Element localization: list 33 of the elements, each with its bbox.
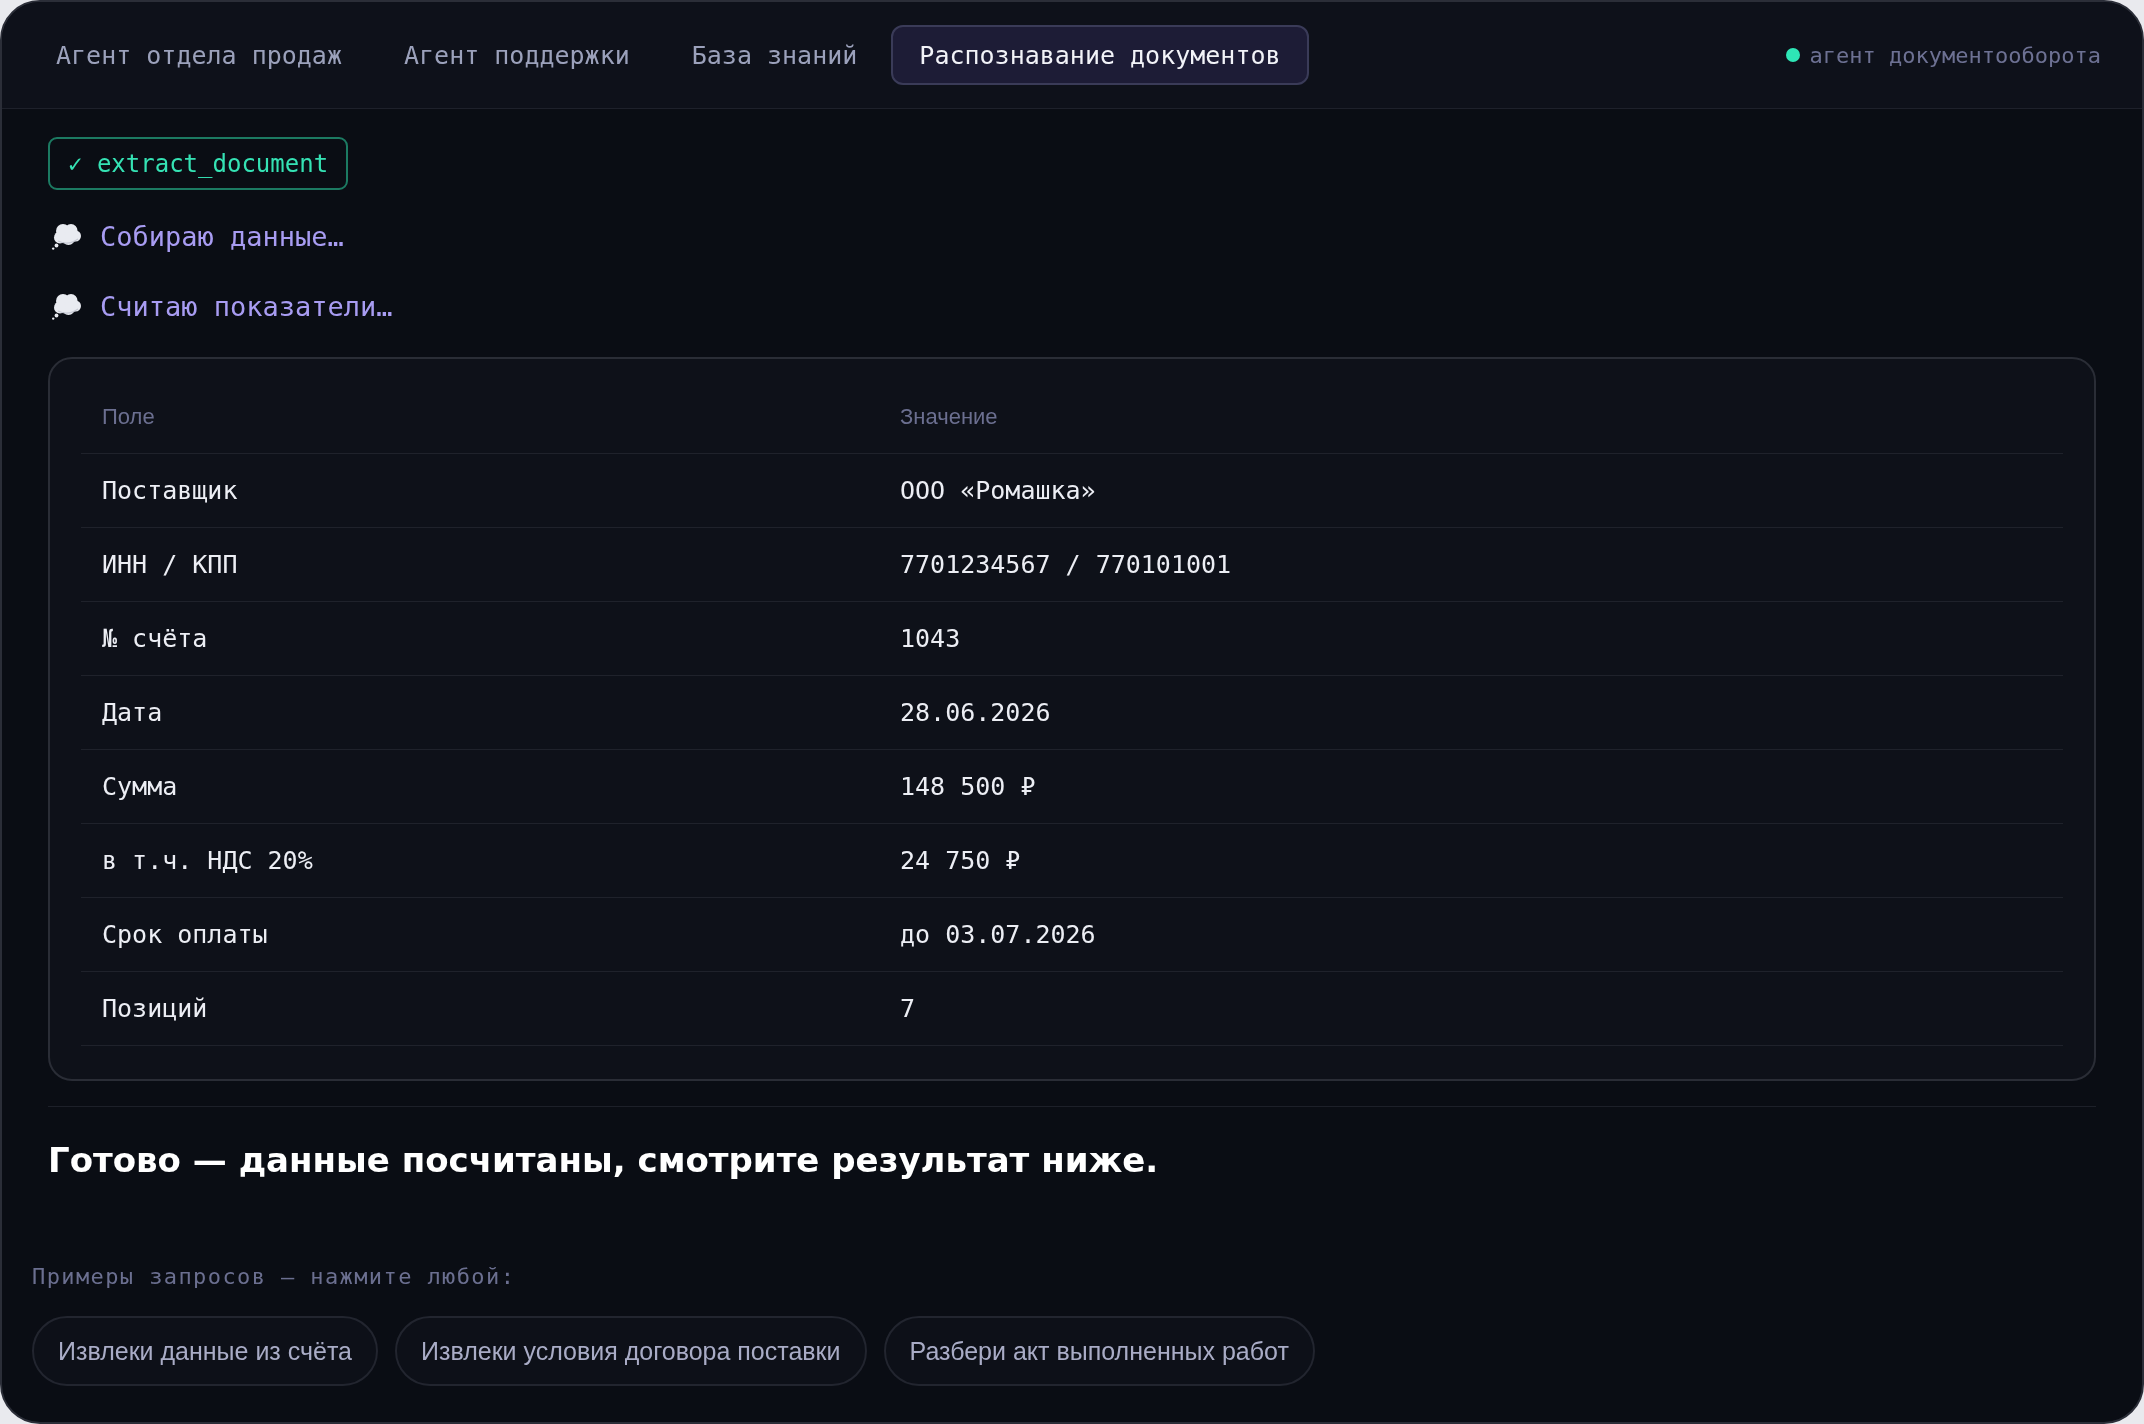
thinking-status-text: Собираю данные… (100, 220, 344, 252)
table-cell: в т.ч. НДС 20% (102, 844, 313, 877)
table-cell: Позиций (102, 992, 208, 1025)
thinking-status-text: Считаю показатели… (100, 290, 393, 322)
table-cell: 28.06.2026 (900, 696, 1051, 729)
table-cell: ИНН / КПП (102, 548, 238, 581)
thought-bubble-icon (51, 222, 81, 250)
example-query-chip[interactable]: Разбери акт выполненных работ (883, 1316, 1315, 1386)
example-query-chip[interactable]: Извлеки условия договора поставки (395, 1316, 867, 1386)
tab[interactable]: Распознавание документов (891, 25, 1309, 85)
tab[interactable]: Агент отдела продаж (28, 25, 370, 85)
table-cell: № счёта (102, 622, 208, 655)
column-header: Поле (102, 403, 155, 431)
table-cell: Дата (102, 696, 163, 729)
table-cell: ООО «Ромашка» (900, 474, 1096, 507)
tab[interactable]: Агент поддержки (376, 25, 658, 85)
table-cell: Поставщик (102, 474, 238, 507)
table-cell: до 03.07.2026 (900, 918, 1096, 951)
tool-call-tag: ✓ extract_document (48, 137, 349, 190)
agent-status-label: агент документооборота (1809, 42, 2101, 68)
answer-heading: Готово — данные посчитаны, смотрите результат ниже. (48, 1139, 1159, 1182)
thought-bubble-icon (51, 292, 81, 320)
tab[interactable]: База знаний (663, 25, 886, 85)
table-cell: 7 (900, 992, 916, 1025)
table-cell: Сумма (102, 770, 178, 803)
table-cell: 24 750 ₽ (900, 844, 1021, 877)
table-cell: 7701234567 / 770101001 (900, 548, 1232, 581)
table-cell: 1043 (900, 622, 961, 655)
examples-label: Примеры запросов — нажмите любой: (32, 1263, 516, 1291)
table-cell: 148 500 ₽ (900, 770, 1036, 803)
example-query-chip[interactable]: Извлеки данные из счёта (32, 1316, 378, 1386)
table-cell: Срок оплаты (102, 918, 268, 951)
column-header: Значение (900, 403, 998, 431)
